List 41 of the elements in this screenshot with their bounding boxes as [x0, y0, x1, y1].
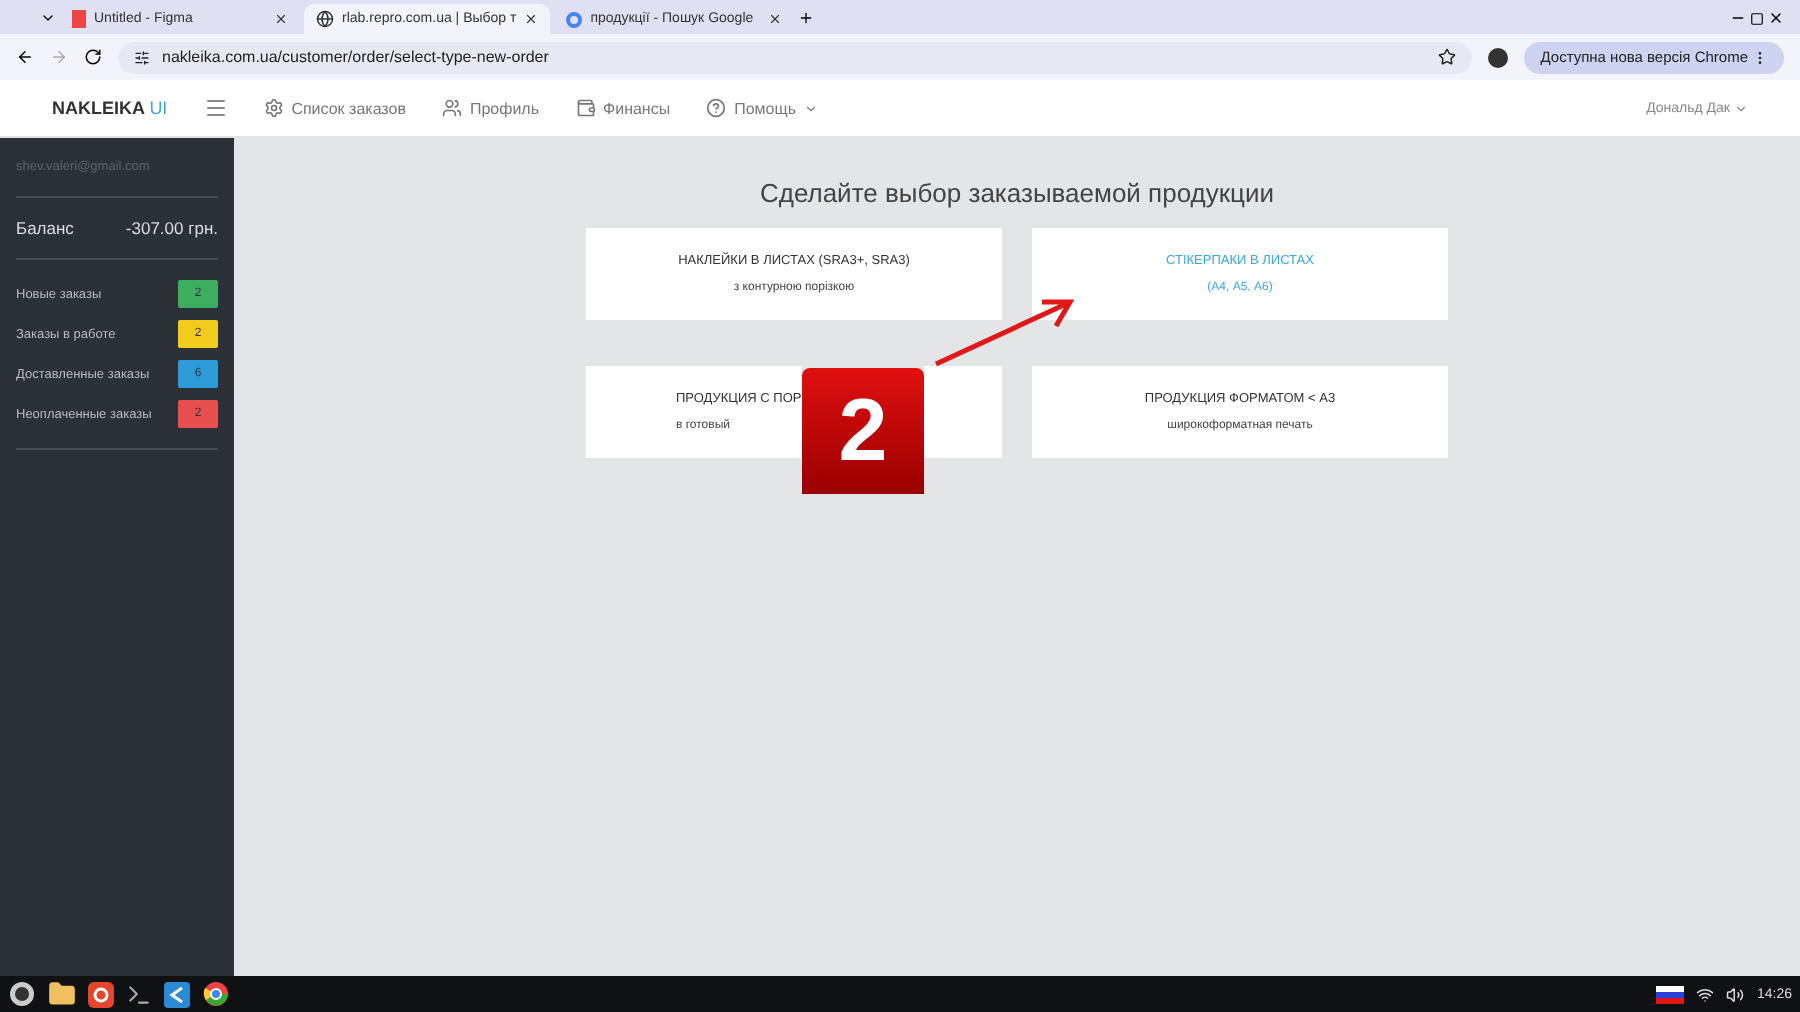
- nav-link[interactable]: Финансы: [575, 98, 671, 118]
- reload-icon[interactable]: [84, 48, 102, 66]
- card-background: [924, 366, 1002, 458]
- nav-link[interactable]: Профиль: [441, 98, 540, 118]
- caret-icon: [1734, 101, 1748, 115]
- terminal-icon[interactable]: [126, 981, 152, 1007]
- logo[interactable]: NAKLEIKA UI: [52, 96, 168, 120]
- wallet-icon: [575, 98, 596, 118]
- folder-icon[interactable]: [48, 980, 76, 1008]
- close-icon[interactable]: [524, 12, 539, 26]
- step-badge: 2: [802, 368, 924, 494]
- wifi-icon[interactable]: [1696, 985, 1715, 1003]
- globe-icon: [316, 10, 334, 28]
- close-icon[interactable]: [1768, 10, 1784, 26]
- address-bar[interactable]: nakleika.com.ua/customer/order/select-type-new-order: [118, 41, 1473, 73]
- bookmark-icon[interactable]: [1438, 48, 1457, 66]
- nav-link[interactable]: Список заказов: [263, 98, 406, 118]
- restore-icon[interactable]: [1750, 12, 1764, 26]
- page-title: Сделайте выбор заказываемой продукции: [759, 178, 1275, 208]
- close-icon[interactable]: [274, 12, 288, 26]
- volume-icon[interactable]: [1726, 985, 1745, 1003]
- balance-value: -307.00 грн.: [125, 218, 218, 238]
- profile-icon[interactable]: [1488, 47, 1509, 67]
- menu-icon[interactable]: [8, 980, 36, 1008]
- url-text: nakleika.com.ua/customer/order/select-type-new-order: [162, 48, 549, 66]
- nav-link[interactable]: Помощь: [706, 98, 819, 118]
- google-icon: [566, 11, 583, 27]
- balance-label: Баланс: [16, 218, 74, 238]
- power-icon[interactable]: [88, 981, 114, 1007]
- code-editor-icon[interactable]: [164, 981, 190, 1007]
- new-tab-icon[interactable]: [798, 10, 815, 26]
- site-settings-icon[interactable]: [134, 49, 150, 65]
- users-icon: [441, 98, 462, 118]
- back-icon[interactable]: [16, 48, 34, 66]
- tab-list-icon[interactable]: [40, 10, 56, 26]
- browser-icon[interactable]: [202, 980, 230, 1008]
- gear-icon: [263, 98, 284, 118]
- help-icon: [706, 98, 727, 118]
- close-icon[interactable]: [768, 12, 783, 26]
- figma-icon: [72, 10, 86, 28]
- flag-icon[interactable]: [1656, 985, 1685, 1003]
